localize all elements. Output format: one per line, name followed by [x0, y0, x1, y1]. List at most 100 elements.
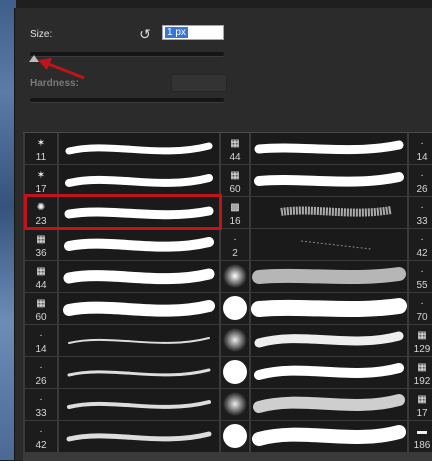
brush-stroke-preview[interactable] [251, 261, 407, 292]
brush-thumbnail[interactable]: ▦ 44 [221, 133, 249, 164]
brush-tip-icon: ▦ [230, 170, 240, 181]
brush-thumbnail[interactable]: ▩ 16 [221, 197, 249, 228]
brush-thumbnail[interactable]: ✶ 11 [25, 133, 57, 164]
brush-tip-icon: ▬ [417, 426, 427, 437]
brush-tip-icon: · [420, 202, 424, 213]
brush-tip-icon: ✶ [36, 138, 46, 149]
reset-icon[interactable]: ↺ [137, 26, 153, 42]
brush-thumbnail[interactable]: · 26 [25, 357, 57, 388]
brush-size-number: 42 [35, 440, 47, 451]
brush-size-number: 60 [229, 184, 241, 195]
brush-size-number: 186 [413, 440, 431, 451]
brush-size-number: 44 [229, 152, 241, 163]
brush-thumbnail[interactable]: · 2 [221, 229, 249, 260]
brush-tip-icon: ▦ [417, 362, 427, 373]
brush-thumbnail[interactable]: · 14 [409, 133, 432, 164]
brush-thumbnail[interactable]: · 33 [409, 197, 432, 228]
brush-stroke-preview[interactable] [251, 325, 407, 356]
brush-stroke-preview[interactable] [59, 133, 219, 164]
brush-size-number: 55 [416, 280, 428, 291]
brush-tip-icon: ▦ [417, 394, 427, 405]
brush-size-number: 2 [232, 248, 238, 259]
brush-tip-icon: ▦ [36, 266, 46, 277]
brush-thumbnail-soft-round[interactable] [221, 325, 249, 356]
brush-stroke-preview[interactable] [59, 357, 219, 388]
brush-tip-icon: ▦ [36, 298, 46, 309]
brush-stroke-preview[interactable] [59, 229, 219, 260]
brush-thumbnail-soft-round[interactable] [221, 389, 249, 420]
brush-tip-icon: · [39, 394, 43, 405]
brush-tip-icon: ▩ [230, 202, 240, 213]
brush-size-number: 11 [35, 152, 47, 163]
brush-size-number: 14 [35, 344, 47, 355]
brush-stroke-preview[interactable] [59, 421, 219, 452]
size-input-value[interactable]: 1 px [165, 27, 188, 38]
brush-stroke-preview[interactable] [251, 165, 407, 196]
brush-thumbnail-hard-round[interactable] [221, 421, 249, 452]
brush-thumbnail[interactable]: · 14 [25, 325, 57, 356]
size-slider-track[interactable] [30, 52, 224, 57]
selected-brush-highlight [24, 194, 222, 230]
hardness-label: Hardness: [30, 78, 79, 89]
brush-stroke-preview[interactable] [251, 197, 407, 228]
brush-thumbnail-soft-round[interactable] [221, 261, 249, 292]
brush-stroke-preview[interactable] [59, 325, 219, 356]
brush-thumbnail-hard-round[interactable] [221, 357, 249, 388]
brush-size-number: 17 [416, 408, 428, 419]
size-label: Size: [30, 29, 53, 40]
hardness-input[interactable] [171, 74, 227, 92]
brush-thumbnail[interactable]: · 42 [409, 229, 432, 260]
brush-stroke-preview[interactable] [59, 261, 219, 292]
brush-stroke-preview[interactable] [251, 357, 407, 388]
brush-tip-icon: · [39, 426, 43, 437]
hardness-slider-track[interactable] [30, 98, 224, 103]
brush-size-number: 26 [35, 376, 47, 387]
brush-size-number: 33 [35, 408, 47, 419]
brush-thumbnail[interactable]: · 26 [409, 165, 432, 196]
brush-thumbnail[interactable]: ✶ 17 [25, 165, 57, 196]
brush-preset-grid[interactable]: ✶ 11 ✶ 17 ✺ 23 ▦ 36 ▦ 44 ▦ 60 · 14 · 26 · 33 · 42 … [23, 132, 432, 461]
brush-tip-icon: · [420, 138, 424, 149]
brush-thumbnail[interactable]: · 42 [25, 421, 57, 452]
brush-thumbnail[interactable]: ▦ 60 [221, 165, 249, 196]
brush-size-number: 44 [35, 280, 47, 291]
brush-tip-icon: · [39, 362, 43, 373]
brush-thumbnail[interactable]: · 70 [409, 293, 432, 324]
brush-stroke-preview[interactable] [59, 293, 219, 324]
brush-size-number: 129 [413, 344, 431, 355]
brush-thumbnail[interactable]: · 33 [25, 389, 57, 420]
brush-size-number: 14 [416, 152, 428, 163]
brush-tip-icon: ▦ [230, 138, 240, 149]
brush-tip-icon: · [420, 234, 424, 245]
brush-thumbnail[interactable]: ▦ 192 [409, 357, 432, 388]
brush-thumbnail[interactable]: ▬ 186 [409, 421, 432, 452]
brush-stroke-preview[interactable] [251, 229, 407, 260]
brush-thumbnail[interactable]: ▦ 129 [409, 325, 432, 356]
brush-tip-icon: · [420, 298, 424, 309]
brush-size-number: 60 [35, 312, 47, 323]
brush-tip-icon: · [420, 266, 424, 277]
brush-thumbnail[interactable]: ▦ 44 [25, 261, 57, 292]
brush-thumbnail[interactable]: · 55 [409, 261, 432, 292]
brush-tip-icon: · [420, 170, 424, 181]
brush-stroke-preview[interactable] [251, 133, 407, 164]
brush-thumbnail[interactable]: ▦ 17 [409, 389, 432, 420]
brush-size-number: 70 [416, 312, 428, 323]
brush-stroke-preview[interactable] [251, 389, 407, 420]
brush-stroke-preview[interactable] [59, 389, 219, 420]
brush-tip-icon: ▦ [36, 234, 46, 245]
brush-tip-icon: · [233, 234, 237, 245]
brush-size-number: 192 [413, 376, 431, 387]
brush-size-number: 36 [35, 248, 47, 259]
brush-stroke-preview[interactable] [59, 165, 219, 196]
brush-thumbnail[interactable]: ▦ 36 [25, 229, 57, 260]
brush-thumbnail-hard-round[interactable] [221, 293, 249, 324]
brush-thumbnail[interactable]: ▦ 60 [25, 293, 57, 324]
brush-stroke-preview[interactable] [251, 293, 407, 324]
brush-tip-icon: · [39, 330, 43, 341]
brush-stroke-preview[interactable] [251, 421, 407, 452]
brush-size-number: 16 [229, 216, 241, 227]
size-input[interactable]: 1 px [162, 25, 224, 40]
size-slider-thumb[interactable] [29, 55, 39, 62]
brush-size-number: 33 [416, 216, 428, 227]
